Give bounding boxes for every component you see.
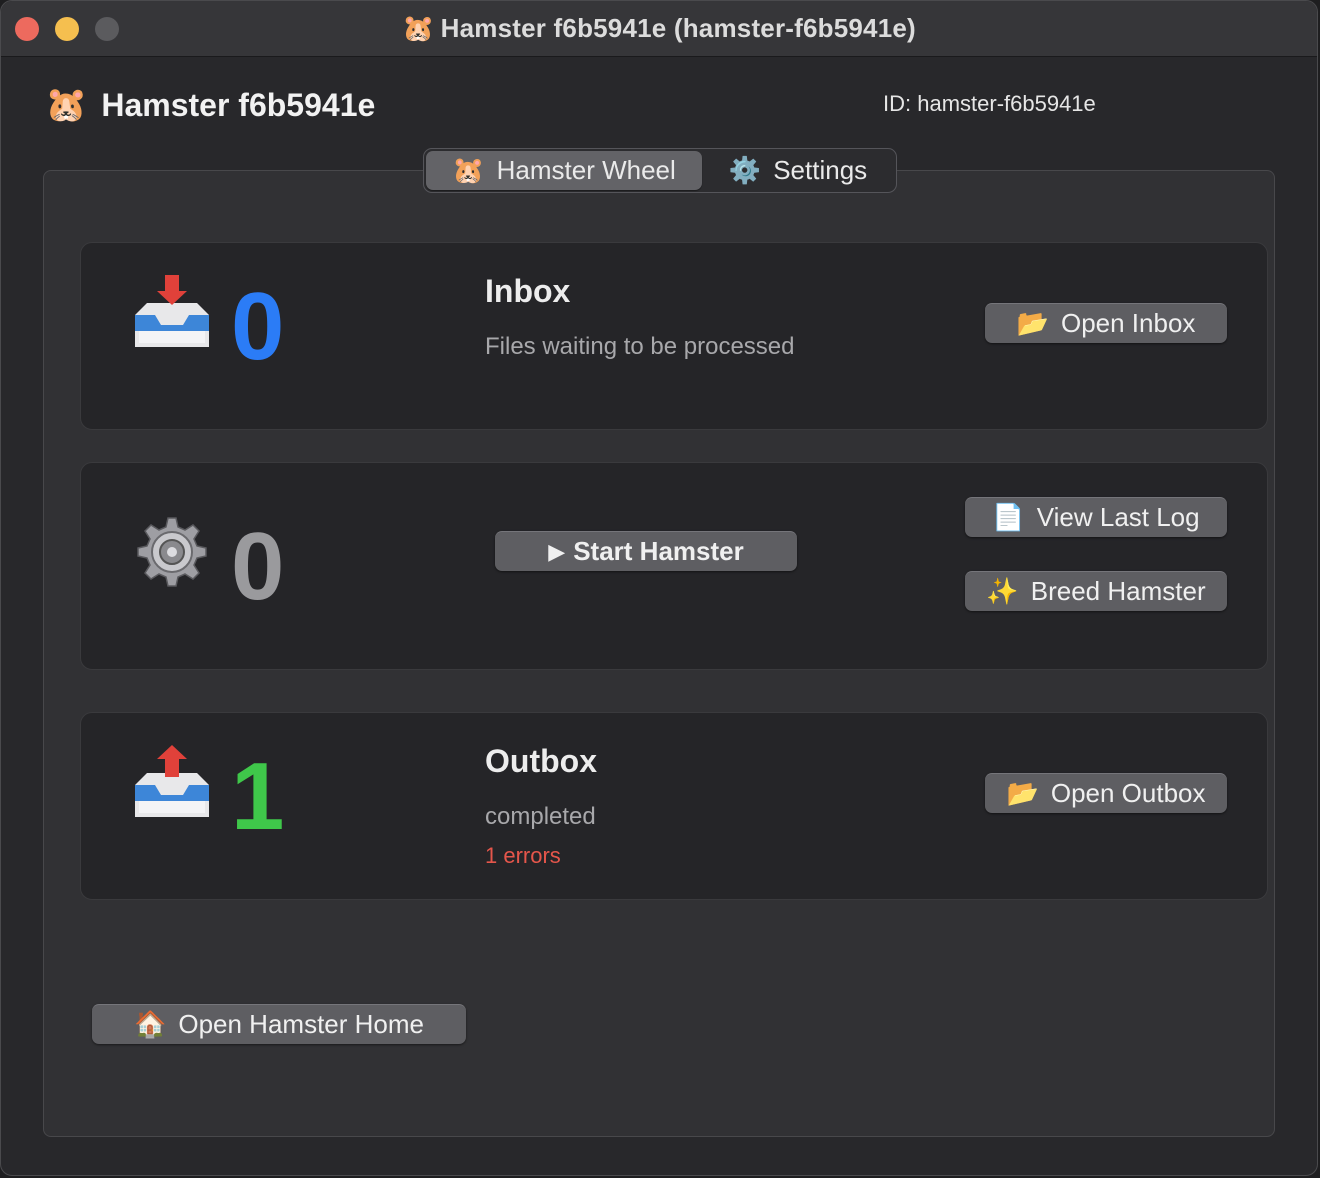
tab-bar: 🐹 Hamster Wheel ⚙️ Settings [423,148,897,193]
open-hamster-home-button[interactable]: 🏠 Open Hamster Home [92,1004,466,1044]
breed-hamster-button[interactable]: ✨ Breed Hamster [965,571,1227,611]
hamster-icon: 🐹 [45,86,88,124]
view-last-log-button[interactable]: 📄 View Last Log [965,497,1227,537]
folder-icon: 📂 [1006,778,1039,808]
hamster-icon: 🐹 [452,155,485,185]
house-icon: 🏠 [133,1009,167,1039]
inbox-card: 0 Inbox Files waiting to be processed 📂 … [80,242,1268,430]
inbox-count: 0 [231,273,285,380]
sparkles-icon: ✨ [986,576,1019,606]
outbox-tray-icon [135,745,209,817]
inbox-tray-icon [135,275,209,347]
open-inbox-button[interactable]: 📂 Open Inbox [985,303,1227,343]
tab-label: Settings [773,155,868,185]
open-outbox-button[interactable]: 📂 Open Outbox [985,773,1227,813]
button-label: Open Outbox [1050,778,1206,808]
app-window: 🐹 Hamster f6b5941e (hamster-f6b5941e) 🐹 H… [0,0,1318,1176]
outbox-title: Outbox [485,743,597,779]
start-hamster-button[interactable]: ▶ Start Hamster [495,531,797,571]
worker-card: 0 ▶ Start Hamster 📄 View Last Log ✨ Bree… [80,462,1268,670]
button-label: Open Inbox [1060,308,1196,338]
processing-count: 0 [231,513,285,620]
outbox-card: 1 Outbox completed 1 errors 📂 Open Outbo… [80,712,1268,900]
button-label: Breed Hamster [1030,576,1206,606]
title-bar[interactable]: 🐹 Hamster f6b5941e (hamster-f6b5941e) [1,1,1317,57]
outbox-errors: 1 errors [485,843,561,868]
tab-hamster-wheel[interactable]: 🐹 Hamster Wheel [426,151,702,190]
hamster-icon: 🐹 [402,13,435,43]
tab-label: Hamster Wheel [496,155,676,185]
inbox-subtitle: Files waiting to be processed [485,333,795,360]
inbox-title: Inbox [485,273,571,309]
gear-icon [137,517,207,587]
button-label: Start Hamster [573,536,744,566]
play-icon: ▶ [548,538,566,564]
window-title-text: Hamster f6b5941e (hamster-f6b5941e) [440,13,916,43]
window-title: 🐹 Hamster f6b5941e (hamster-f6b5941e) [1,13,1317,44]
hamster-name: Hamster f6b5941e [101,86,376,123]
button-label: View Last Log [1036,502,1200,532]
outbox-subtitle: completed [485,803,596,830]
tab-settings[interactable]: ⚙️ Settings [702,151,894,190]
hamster-id-label: ID: hamster-f6b5941e [883,91,1096,116]
outbox-count: 1 [231,743,285,850]
button-label: Open Hamster Home [178,1009,425,1039]
document-icon: 📄 [992,502,1025,532]
app-header: 🐹 Hamster f6b5941e [45,83,375,127]
folder-icon: 📂 [1016,308,1049,338]
gear-icon: ⚙️ [728,155,762,185]
